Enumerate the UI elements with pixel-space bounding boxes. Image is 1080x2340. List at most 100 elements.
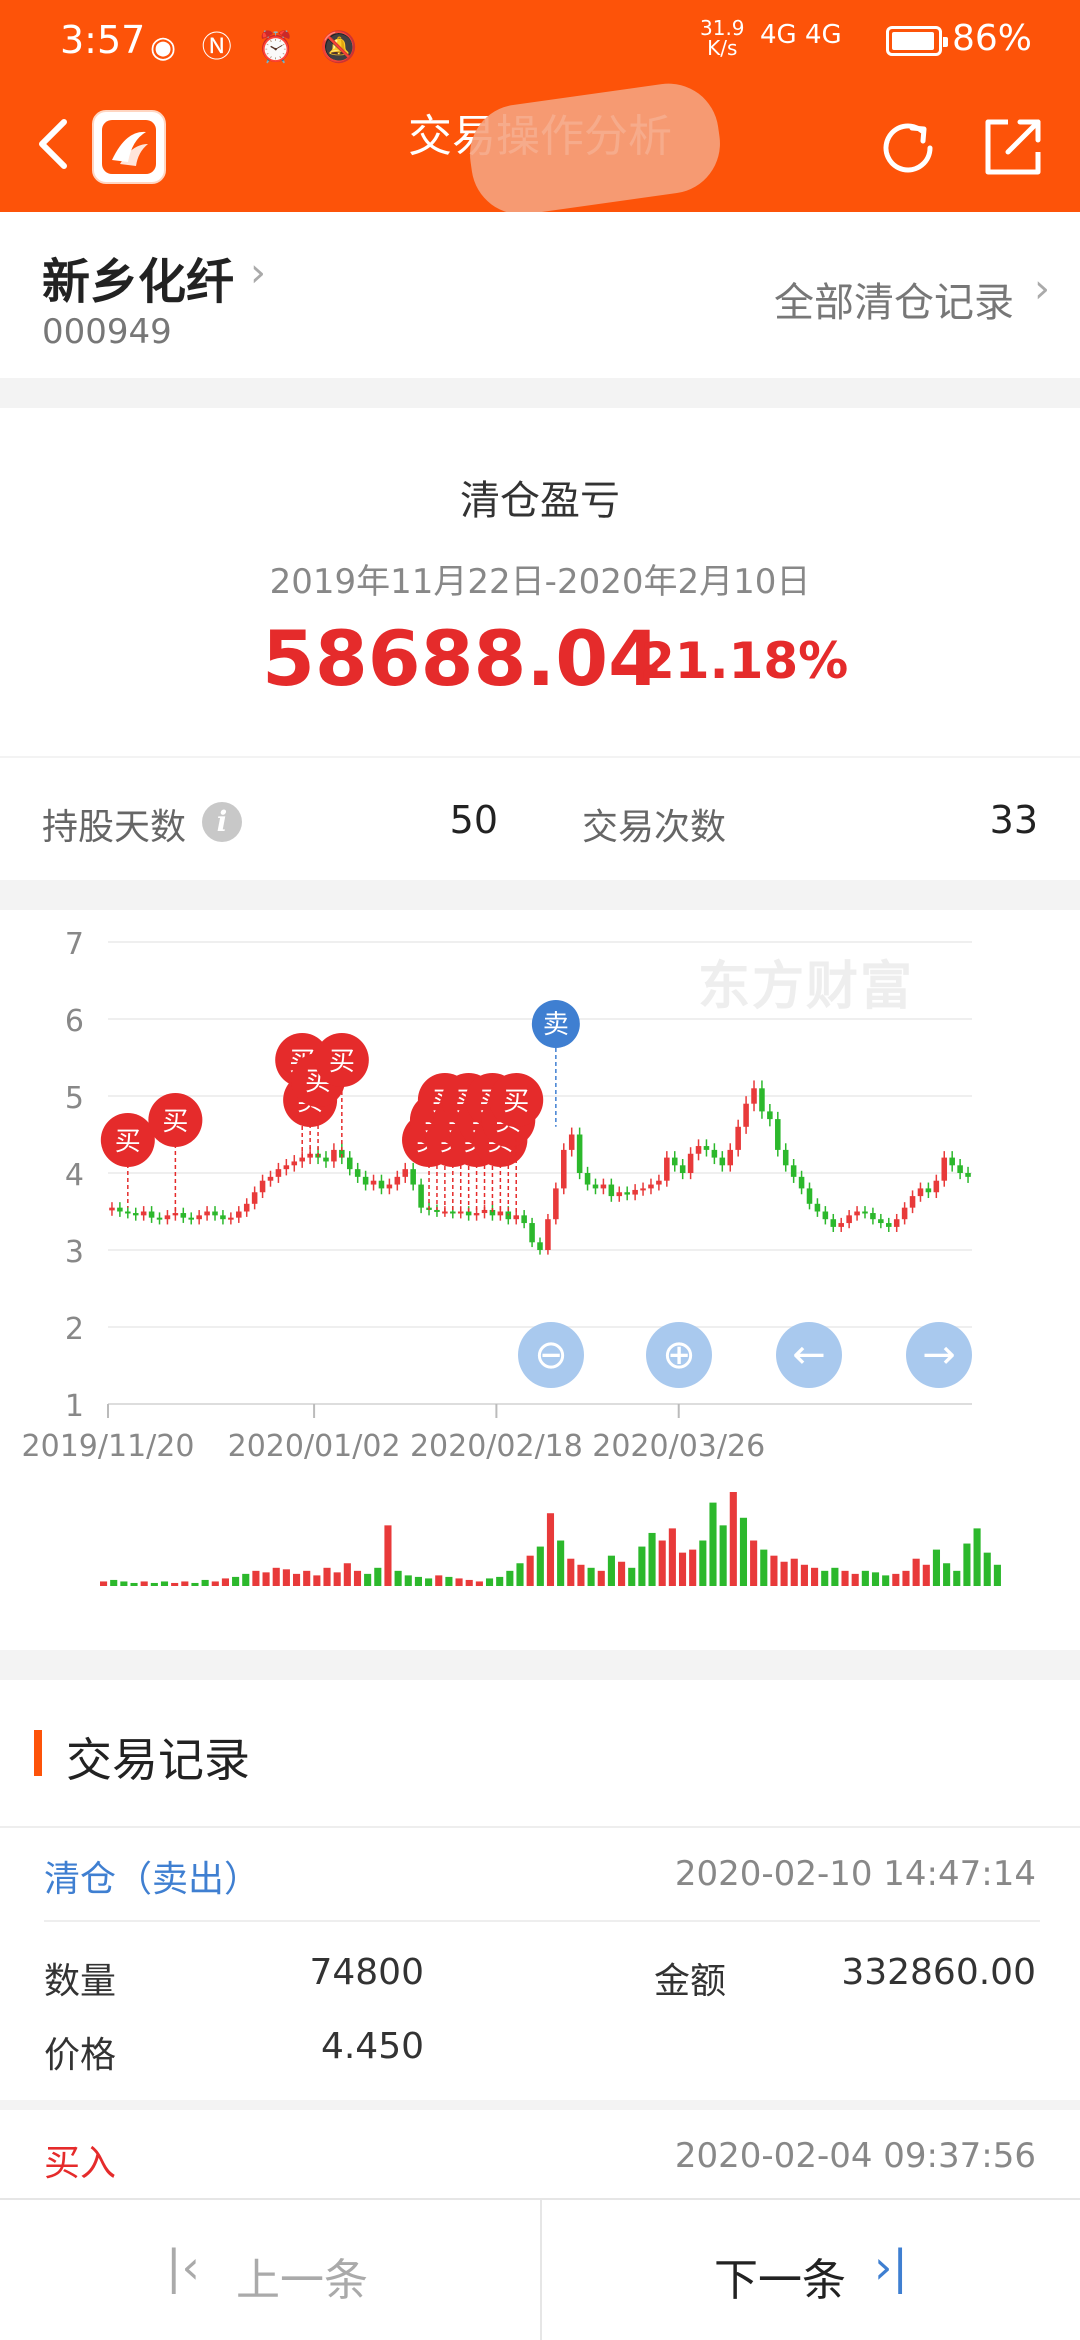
candle-body — [140, 1211, 147, 1216]
candle-body — [893, 1219, 900, 1227]
candle-body — [782, 1149, 789, 1166]
refresh-icon[interactable] — [876, 116, 940, 180]
volume-bar — [394, 1570, 402, 1586]
record-item[interactable]: 买入 2020-02-04 09:37:56 — [0, 2110, 1080, 2200]
candle-body — [735, 1126, 741, 1150]
status-icons: ◉ Ⓝ ⏰ 🔕 — [150, 30, 366, 65]
price-value: 4.450 — [320, 2026, 424, 2067]
prev-label: 上一条 — [236, 2255, 368, 2306]
amount-label: 金额 — [654, 1961, 727, 2002]
volume-bar — [597, 1570, 605, 1586]
candle-body — [561, 1149, 567, 1189]
volume-bar — [333, 1572, 341, 1586]
candle-body — [917, 1188, 924, 1197]
zoom-in-icon[interactable]: ⊕ — [646, 1322, 712, 1388]
candle-body — [529, 1223, 535, 1243]
candle-body — [965, 1173, 971, 1177]
profit-value: 58688.04 — [262, 614, 662, 703]
x-tick-label: 2020/01/02 — [228, 1429, 401, 1464]
zoom-out-icon[interactable]: ⊖ — [518, 1322, 584, 1388]
candle-body — [275, 1169, 282, 1177]
candle-body — [450, 1211, 456, 1214]
volume-bar — [973, 1528, 981, 1586]
stock-header: 新乡化纤 › 000949 全部清仓记录 › — [0, 212, 1080, 378]
volume-bar — [750, 1540, 758, 1586]
volume-bar — [668, 1528, 676, 1586]
volume-bar — [485, 1578, 494, 1586]
next-button[interactable]: 下一条 ›| — [542, 2200, 1080, 2340]
volume-bar — [414, 1576, 422, 1586]
volume-bar — [739, 1517, 748, 1586]
records-title: 交易记录 — [66, 1733, 250, 1787]
volume-bar — [181, 1581, 189, 1586]
info-icon[interactable]: i — [202, 802, 242, 842]
candle-body — [568, 1134, 575, 1150]
candle-body — [901, 1207, 908, 1220]
volume-bar — [516, 1563, 524, 1586]
candle-body — [331, 1149, 337, 1162]
stock-name[interactable]: 新乡化纤 — [42, 242, 234, 312]
candle-body — [759, 1088, 765, 1112]
share-icon[interactable] — [980, 114, 1046, 180]
volume-bar — [140, 1581, 148, 1586]
candle-body — [188, 1217, 195, 1220]
chevron-right-icon[interactable]: › — [250, 250, 266, 296]
candle-body — [537, 1242, 543, 1250]
arrow-right-icon[interactable]: → — [906, 1322, 972, 1388]
candle-body — [553, 1188, 559, 1220]
battery-percent: 86% — [952, 18, 1033, 59]
candle-body — [767, 1111, 773, 1120]
profit-summary: 清仓盈亏 2019年11月22日-2020年2月10日 58688.04 21.… — [0, 408, 1080, 756]
first-page-icon: |‹ — [166, 2240, 200, 2294]
candle-body — [624, 1192, 630, 1195]
candle-body — [838, 1223, 844, 1227]
volume-bar — [831, 1567, 839, 1586]
kline-chart[interactable]: 东方财富 7 6 5 4 3 2 1 2019/11/20 2020/01/02 2020/02/… — [0, 910, 1080, 1650]
candle-body — [632, 1189, 638, 1195]
header: 交易操作分析 — [0, 77, 1080, 221]
divider — [44, 1920, 1040, 1922]
buy-marker-label: 买 — [503, 1087, 529, 1117]
volume-bar — [821, 1570, 829, 1586]
trade-count-value: 33 — [989, 798, 1038, 842]
volume-bar — [719, 1525, 727, 1586]
price-label: 价格 — [44, 2035, 117, 2076]
volume-bar — [963, 1543, 971, 1586]
candle-body — [576, 1134, 583, 1173]
all-records-link[interactable]: 全部清仓记录 — [774, 270, 1014, 328]
y-tick-label: 1 — [65, 1389, 84, 1424]
arrow-left-icon[interactable]: ← — [776, 1322, 842, 1388]
candle-body — [751, 1088, 757, 1104]
candle-body — [378, 1180, 385, 1189]
candle-body — [608, 1184, 615, 1197]
candle-body — [878, 1219, 884, 1224]
volume-bar — [800, 1564, 808, 1586]
volume-bar — [871, 1572, 880, 1586]
amount-value: 332860.00 — [841, 1952, 1036, 1993]
chart-svg: 7 6 5 4 3 2 1 2019/11/20 2020/01/02 2020/02/18 202… — [22, 927, 1001, 1586]
candle-body — [402, 1169, 409, 1177]
candle-body — [473, 1213, 480, 1216]
volume-bar — [435, 1575, 443, 1586]
buy-marker-label: 买 — [115, 1127, 141, 1157]
candle-body — [457, 1211, 464, 1214]
buy-marker-label: 买 — [329, 1047, 355, 1077]
chevron-right-icon[interactable]: › — [1034, 266, 1050, 312]
summary-title: 清仓盈亏 — [460, 478, 620, 524]
volume-bar — [262, 1572, 270, 1586]
candle-body — [236, 1211, 242, 1218]
volume-bar — [841, 1570, 849, 1586]
volume-bar — [922, 1564, 930, 1586]
candle-body — [909, 1196, 916, 1208]
volume-bar — [384, 1525, 392, 1586]
candle-body — [410, 1169, 416, 1185]
candle-body — [259, 1180, 266, 1193]
candle-body — [941, 1157, 948, 1181]
candle-body — [846, 1215, 852, 1224]
prev-button[interactable]: |‹ 上一条 — [0, 2200, 540, 2340]
candle-body — [212, 1211, 218, 1216]
candle-body — [545, 1219, 551, 1250]
candle-body — [513, 1215, 519, 1220]
volume-bar — [658, 1540, 666, 1586]
bottom-nav: |‹ 上一条 下一条 ›| — [0, 2198, 1080, 2340]
